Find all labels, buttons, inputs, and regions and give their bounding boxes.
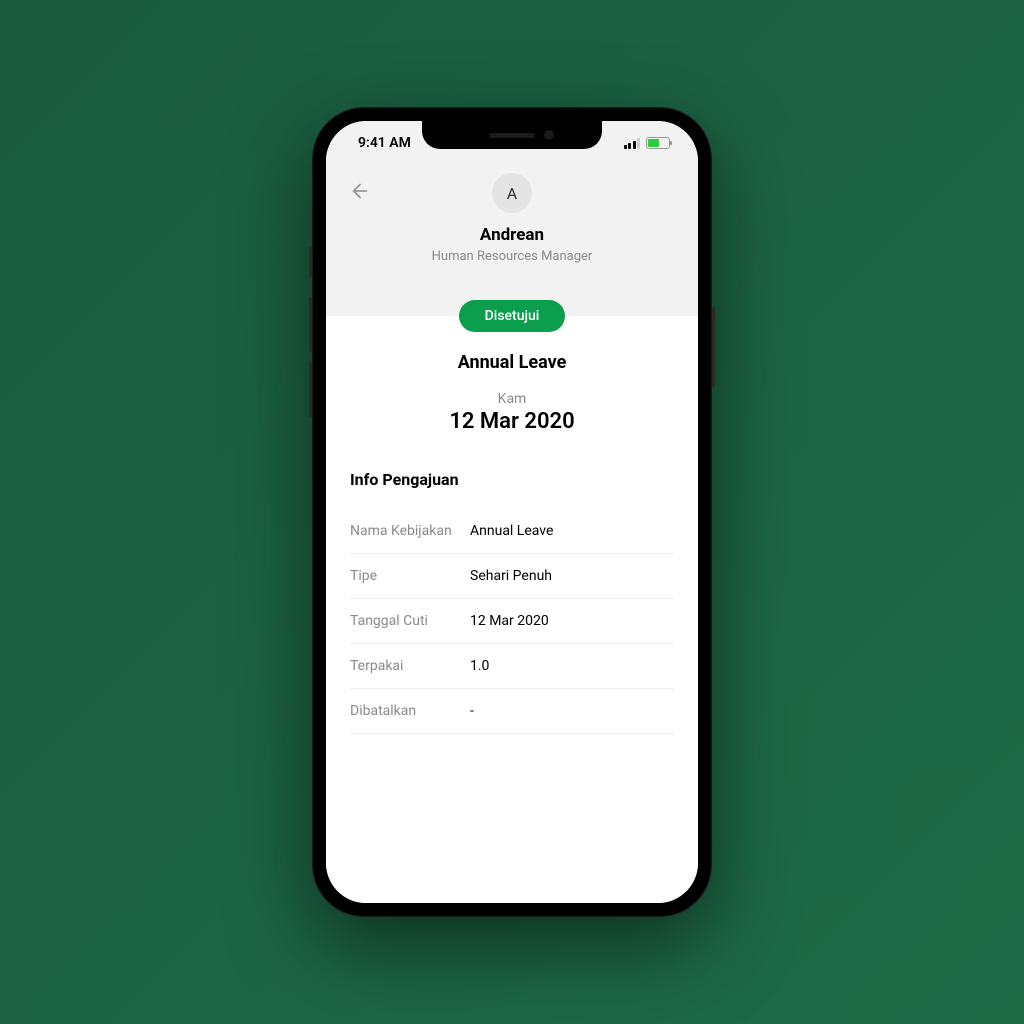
mute-switch <box>309 247 312 277</box>
info-row-date: Tanggal Cuti 12 Mar 2020 <box>350 599 674 644</box>
info-label: Nama Kebijakan <box>350 523 470 539</box>
info-value: 1.0 <box>470 658 489 674</box>
phone-device-frame: 9:41 AM A Andrean <box>312 107 712 917</box>
volume-up-button <box>309 297 312 352</box>
status-time: 9:41 AM <box>358 135 411 151</box>
back-button[interactable] <box>346 177 374 205</box>
speaker-icon <box>489 133 535 138</box>
info-row-type: Tipe Sehari Penuh <box>350 554 674 599</box>
status-right-cluster <box>624 137 671 149</box>
battery-icon <box>646 137 670 149</box>
phone-notch <box>422 121 602 149</box>
info-value: Annual Leave <box>470 523 553 539</box>
info-label: Dibatalkan <box>350 703 470 719</box>
profile-role: Human Resources Manager <box>432 249 593 264</box>
info-value: Sehari Penuh <box>470 568 552 584</box>
info-label: Terpakai <box>350 658 470 674</box>
back-arrow-icon <box>349 180 371 202</box>
info-row-cancelled: Dibatalkan - <box>350 689 674 734</box>
info-heading: Info Pengajuan <box>350 470 674 489</box>
profile-header: A Andrean Human Resources Manager Disetu… <box>326 165 698 316</box>
leave-date: 12 Mar 2020 <box>350 409 674 434</box>
info-row-policy: Nama Kebijakan Annual Leave <box>350 509 674 554</box>
signal-icon <box>624 138 641 149</box>
info-value: 12 Mar 2020 <box>470 613 549 629</box>
leave-title: Annual Leave <box>350 352 674 373</box>
volume-down-button <box>309 362 312 417</box>
leave-detail-section: Annual Leave Kam 12 Mar 2020 Info Pengaj… <box>326 316 698 903</box>
profile-block: A Andrean Human Resources Manager <box>346 173 678 284</box>
front-camera-icon <box>544 130 554 140</box>
info-row-used: Terpakai 1.0 <box>350 644 674 689</box>
info-label: Tipe <box>350 568 470 584</box>
profile-name: Andrean <box>480 225 544 245</box>
power-button <box>712 307 715 387</box>
app-content: A Andrean Human Resources Manager Disetu… <box>326 165 698 903</box>
avatar-initial: A <box>507 184 517 203</box>
info-value: - <box>470 703 474 719</box>
avatar: A <box>492 173 532 213</box>
leave-date-block: Kam 12 Mar 2020 <box>350 391 674 434</box>
phone-screen: 9:41 AM A Andrean <box>326 121 698 903</box>
status-badge: Disetujui <box>459 300 566 332</box>
leave-day-short: Kam <box>350 391 674 407</box>
info-label: Tanggal Cuti <box>350 613 470 629</box>
